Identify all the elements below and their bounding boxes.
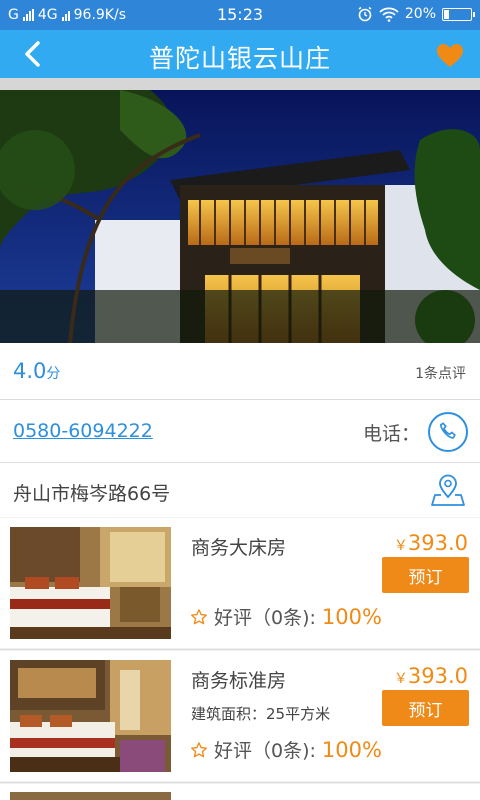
divider: [0, 782, 480, 783]
rating-percent: 100%: [321, 604, 382, 629]
room-photo-illustration: [10, 527, 171, 639]
map-location-button[interactable]: [430, 473, 466, 507]
price-value: 393.0: [407, 531, 468, 555]
score-value: 4.0: [13, 359, 47, 383]
back-arrow-icon: [25, 41, 40, 67]
address-row: 舟山市梅岑路66号: [0, 463, 480, 517]
call-button[interactable]: [428, 412, 468, 452]
phone-label: 电话：: [362, 423, 420, 445]
room-rating: 好评（0条): 100%: [190, 736, 382, 763]
wifi-icon: [379, 7, 399, 22]
back-button[interactable]: [14, 38, 50, 70]
alarm-icon: [358, 6, 372, 22]
rating-percent: 100%: [321, 737, 382, 762]
phone-icon: [439, 422, 456, 439]
book-button[interactable]: 预订: [382, 557, 469, 593]
room-photo-illustration: [10, 660, 171, 772]
room-card-partial[interactable]: [0, 784, 480, 800]
phone-row: 0580-6094222 电话：: [0, 400, 480, 462]
star-icon: [191, 608, 207, 624]
hotel-address: 舟山市梅岑路66号: [13, 483, 171, 505]
book-button[interactable]: 预订: [382, 690, 469, 726]
heart-icon: [437, 43, 463, 67]
rating-label: 好评（0条):: [214, 740, 316, 762]
hotel-photo[interactable]: [0, 90, 480, 343]
score-unit: 分: [46, 366, 61, 382]
hotel-score: 4.0分: [13, 359, 60, 383]
title-bar: 普陀山银云山庄: [0, 30, 480, 78]
status-bar: G 4G 96.9K/s 15:23 20%: [0, 0, 480, 30]
battery-fill: [444, 9, 449, 19]
price-value: 393.0: [407, 664, 468, 688]
status-right: 20%: [357, 6, 475, 22]
page-title: 普陀山银云山庄: [148, 44, 331, 73]
room-photo: [10, 792, 171, 800]
favorite-button[interactable]: [434, 40, 466, 70]
room-card[interactable]: 商务大床房 ￥393.0 预订 好评（0条): 100%: [0, 518, 480, 648]
room-rating: 好评（0条): 100%: [190, 603, 382, 630]
hotel-photo-illustration: [0, 90, 480, 343]
review-count-link[interactable]: 1条点评: [415, 363, 466, 383]
room-photo: [10, 527, 171, 639]
currency-symbol: ￥: [393, 671, 408, 687]
room-price: ￥393.0: [394, 531, 468, 555]
room-card[interactable]: 商务标准房 ￥393.0 预订 建筑面积：25平方米 好评（0条): 100%: [0, 651, 480, 781]
phone-number-link[interactable]: 0580-6094222: [13, 420, 153, 442]
room-photo: [10, 660, 171, 772]
room-price: ￥393.0: [394, 664, 468, 688]
divider: [0, 649, 480, 650]
room-name: 商务标准房: [191, 670, 287, 692]
location-pin-icon: [431, 474, 465, 506]
battery-icon: [442, 7, 475, 21]
currency-symbol: ￥: [393, 538, 408, 554]
separator-strip: [0, 78, 480, 90]
room-area: 建筑面积：25平方米: [191, 705, 331, 723]
score-row: 4.0分 1条点评: [0, 343, 480, 399]
room-name: 商务大床房: [191, 537, 287, 559]
star-icon: [191, 741, 207, 757]
battery-percent: 20%: [404, 6, 436, 22]
rating-label: 好评（0条):: [214, 607, 316, 629]
